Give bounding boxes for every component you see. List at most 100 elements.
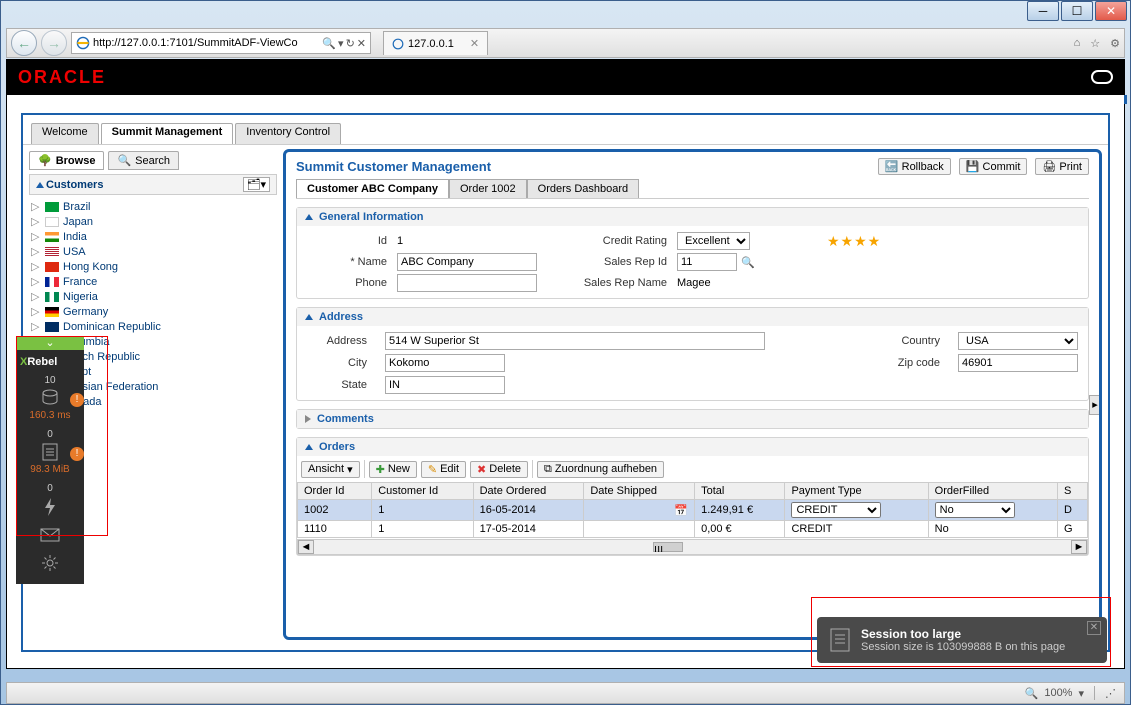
horizontal-scrollbar[interactable]: ◄ ııı ► <box>297 539 1088 555</box>
xrebel-app-button[interactable]: 0 98.3 MiB ! <box>16 425 84 479</box>
address-input[interactable] <box>93 34 315 52</box>
splitter-right-icon[interactable]: ▸ <box>1089 395 1101 415</box>
oracle-logo: ORACLE <box>18 67 106 88</box>
scroll-left-icon[interactable]: ◄ <box>298 540 314 554</box>
sub-tab-customer[interactable]: Customer ABC Company <box>296 179 449 198</box>
address-header: Address <box>319 311 363 323</box>
city-input[interactable] <box>385 354 505 372</box>
tree-item-france[interactable]: ▷France <box>29 274 277 289</box>
zip-input[interactable] <box>958 354 1078 372</box>
sub-tab-dashboard[interactable]: Orders Dashboard <box>527 179 640 198</box>
tree-item-nigeria[interactable]: ▷Nigeria <box>29 289 277 304</box>
tab-title: 127.0.0.1 <box>408 38 454 50</box>
flag-icon <box>45 232 59 242</box>
window-maximize-button[interactable]: ☐ <box>1061 1 1093 21</box>
xrebel-mail-button[interactable] <box>16 522 84 548</box>
tree-item-usa[interactable]: ▷USA <box>29 244 277 259</box>
table-cell: 1 <box>372 521 473 538</box>
table-row[interactable]: 1110117-05-20140,00 €CREDITNoG <box>298 521 1088 538</box>
flag-icon <box>45 217 59 227</box>
edit-button[interactable]: ✎Edit <box>421 461 466 478</box>
detach-button[interactable]: ⧉Zuordnung aufheben <box>537 461 664 478</box>
scroll-right-icon[interactable]: ► <box>1071 540 1087 554</box>
xrebel-db-button[interactable]: 10 160.3 ms ! <box>16 371 84 425</box>
table-row[interactable]: 1002116-05-2014📅1.249,91 €CREDITNoD <box>298 500 1088 521</box>
xrebel-db-count: 10 <box>16 375 84 386</box>
home-icon[interactable]: ⌂ <box>1074 37 1081 50</box>
col-header[interactable]: Total <box>695 483 785 500</box>
tree-item-germany[interactable]: ▷Germany <box>29 304 277 319</box>
name-label: Name <box>358 256 387 268</box>
commit-label: Commit <box>983 161 1021 173</box>
tree-item-hong-kong[interactable]: ▷Hong Kong <box>29 259 277 274</box>
tree-label: Hong Kong <box>63 261 118 273</box>
tab-close-icon[interactable]: ✕ <box>470 37 479 50</box>
window-close-button[interactable]: ✕ <box>1095 1 1127 21</box>
view-menu-button[interactable]: Ansicht ▾ <box>301 461 360 478</box>
col-header[interactable]: Payment Type <box>785 483 928 500</box>
id-value: 1 <box>397 235 537 247</box>
chevron-right-icon: ▷ <box>31 320 41 333</box>
tab-welcome[interactable]: Welcome <box>31 123 99 144</box>
tree-label: Japan <box>63 216 93 228</box>
credit-select[interactable]: Excellent <box>677 232 750 250</box>
tab-summit-management[interactable]: Summit Management <box>101 123 234 144</box>
col-header[interactable]: Customer Id <box>372 483 473 500</box>
col-header[interactable]: Date Ordered <box>473 483 584 500</box>
sub-tab-order[interactable]: Order 1002 <box>449 179 527 198</box>
chevron-right-icon[interactable] <box>305 415 311 423</box>
window-minimize-button[interactable]: ─ <box>1027 1 1059 21</box>
col-header[interactable]: S <box>1057 483 1087 500</box>
search-tab[interactable]: 🔍 Search <box>108 151 179 170</box>
delete-button[interactable]: ✖Delete <box>470 461 528 478</box>
tree-item-india[interactable]: ▷India <box>29 229 277 244</box>
repid-input[interactable] <box>677 253 737 271</box>
tree-item-japan[interactable]: ▷Japan <box>29 214 277 229</box>
toast-close-icon[interactable]: ✕ <box>1087 621 1101 635</box>
forward-button[interactable]: → <box>41 30 67 56</box>
scroll-thumb[interactable]: ııı <box>653 542 683 552</box>
tree-item-brazil[interactable]: ▷Brazil <box>29 199 277 214</box>
col-header[interactable]: Date Shipped <box>584 483 695 500</box>
resize-grip-icon[interactable]: ⋰ <box>1105 687 1116 700</box>
tools-gear-icon[interactable]: ⚙ <box>1110 37 1120 50</box>
browse-tab[interactable]: 🌳 Browse <box>29 151 104 170</box>
back-button[interactable]: ← <box>11 30 37 56</box>
bolt-icon <box>42 496 58 516</box>
search-label: Search <box>135 155 170 167</box>
xrebel-expand-icon[interactable]: ⌄ <box>16 336 84 350</box>
dropdown-icon[interactable]: ▾ <box>338 37 344 50</box>
favorites-icon[interactable]: ☆ <box>1090 37 1100 50</box>
col-header[interactable]: Order Id <box>298 483 372 500</box>
print-button[interactable]: 🖨Print <box>1035 158 1089 175</box>
lookup-icon[interactable]: 🔍 <box>741 256 755 269</box>
payment-select[interactable]: CREDIT <box>791 502 881 518</box>
addr-input[interactable] <box>385 332 765 350</box>
refresh-icon[interactable]: ↻ <box>346 37 355 50</box>
customers-menu-icon[interactable]: 🗂▾ <box>243 177 271 192</box>
commit-button[interactable]: 💾Commit <box>959 158 1028 175</box>
zoom-dropdown-icon[interactable]: ▾ <box>1078 687 1084 700</box>
xrebel-settings-button[interactable] <box>16 548 84 578</box>
name-input[interactable] <box>397 253 537 271</box>
zoom-icon[interactable]: 🔍 <box>1025 687 1039 700</box>
database-icon <box>40 388 60 408</box>
phone-input[interactable] <box>397 274 537 292</box>
stop-icon[interactable]: ✕ <box>357 37 366 50</box>
new-button[interactable]: ✚New <box>369 461 417 478</box>
tree-item-dominican-republic[interactable]: ▷Dominican Republic <box>29 319 277 334</box>
col-header[interactable]: OrderFilled <box>928 483 1057 500</box>
date-picker-icon[interactable]: 📅 <box>674 504 688 517</box>
xrebel-bolt-button[interactable]: 0 <box>16 479 84 522</box>
browser-tab[interactable]: 127.0.0.1 ✕ <box>383 31 488 55</box>
chevron-right-icon: ▷ <box>31 290 41 303</box>
browse-label: Browse <box>56 155 96 167</box>
tab-inventory-control[interactable]: Inventory Control <box>235 123 341 144</box>
state-input[interactable] <box>385 376 505 394</box>
rollback-button[interactable]: 🔙Rollback <box>878 158 951 175</box>
tree-label: India <box>63 231 87 243</box>
country-select[interactable]: USA <box>958 332 1078 350</box>
filled-select[interactable]: No <box>935 502 1015 518</box>
search-icon[interactable]: 🔍 <box>322 37 336 50</box>
mail-icon <box>40 528 60 542</box>
